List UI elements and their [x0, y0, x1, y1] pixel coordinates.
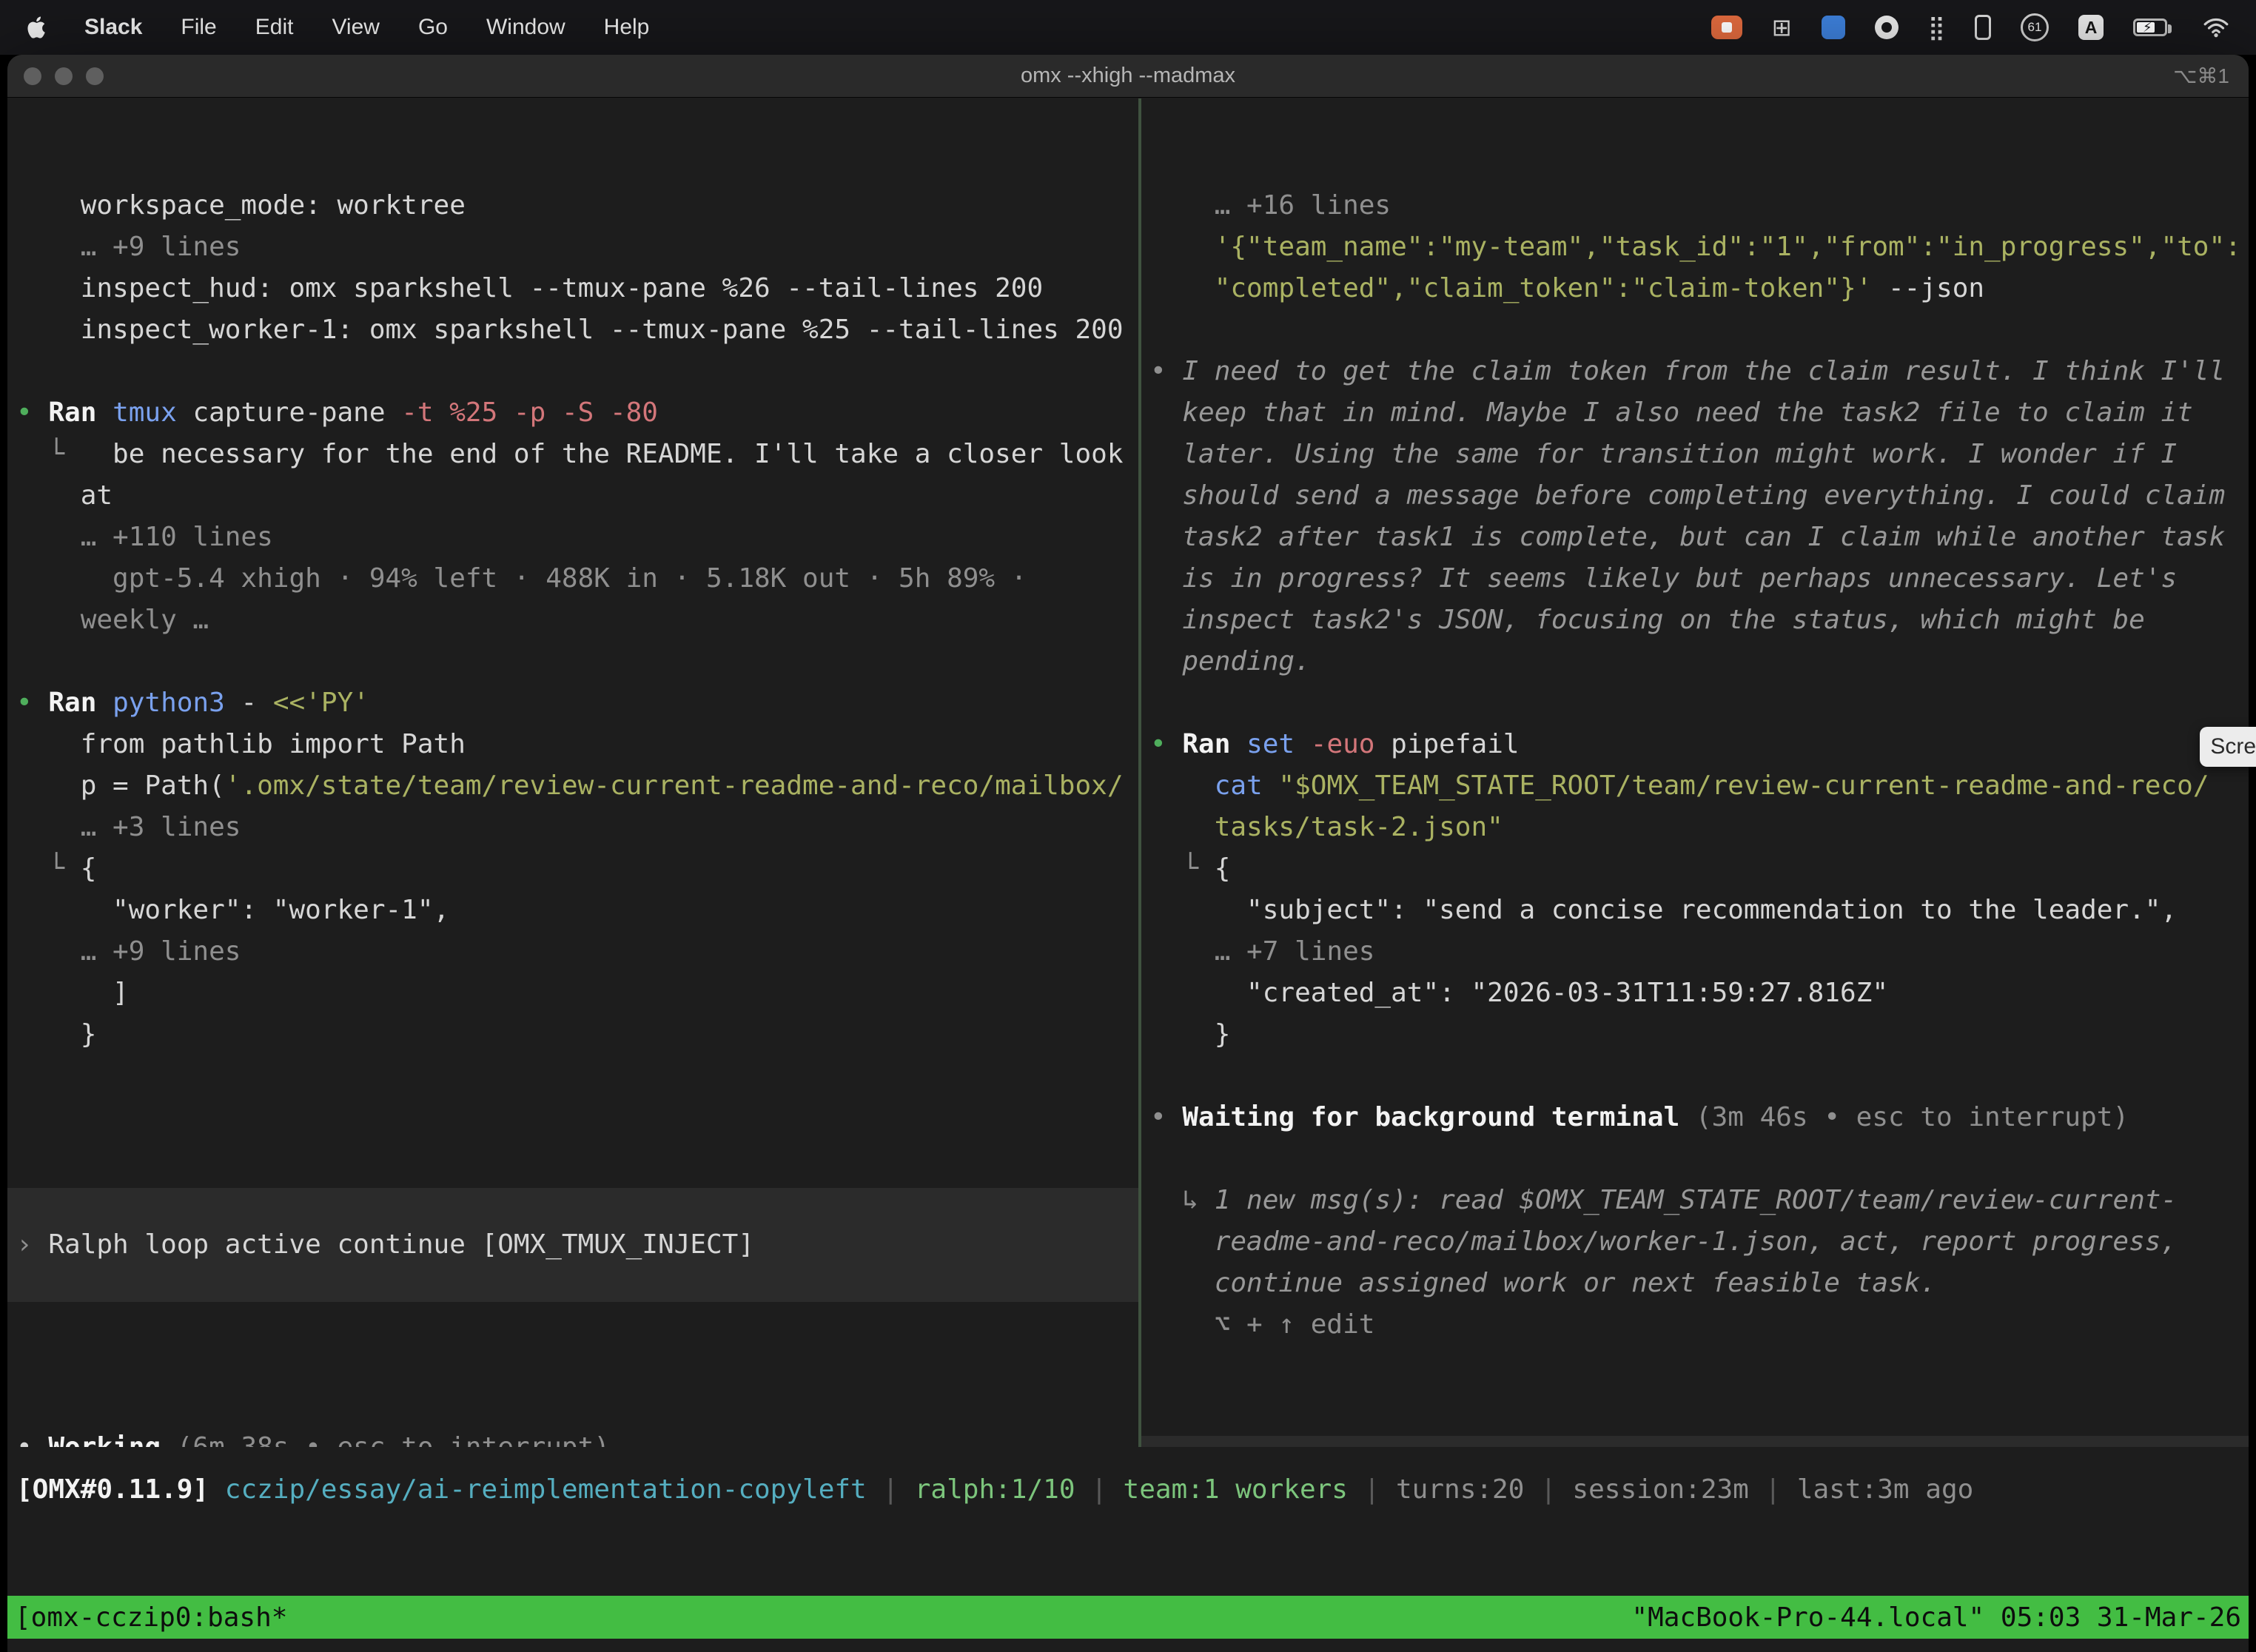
dots-grid-icon[interactable]: ⣿	[1928, 13, 1945, 41]
terminal-line: inspect_hud: omx sparkshell --tmux-pane …	[16, 268, 1138, 309]
terminal-line: keep that in mind. Maybe I also need the…	[1150, 392, 2249, 434]
terminal-line	[1150, 1138, 2249, 1180]
omx-status-line: [OMX#0.11.9] cczip/essay/ai-reimplementa…	[16, 1469, 2249, 1511]
terminal-line: • Ran python3 - <<'PY'	[16, 682, 1138, 724]
left-transcript: workspace_mode: worktree … +9 lines insp…	[7, 181, 1138, 1055]
right-transcript: … +16 lines '{"team_name":"my-team","tas…	[1141, 181, 2249, 1346]
terminal-line: at	[16, 475, 1138, 517]
menu-item-file[interactable]: File	[181, 15, 216, 40]
window-title: omx --xhigh --madmax	[7, 64, 2249, 88]
terminal-line: readme-and-reco/mailbox/worker-1.json, a…	[1150, 1221, 2249, 1263]
zoom-button[interactable]	[86, 67, 104, 85]
terminal-line: "created_at": "2026-03-31T11:59:27.816Z"	[1150, 973, 2249, 1014]
terminal-line: └ be necessary for the end of the README…	[16, 434, 1138, 475]
terminal-line: }	[16, 1014, 1138, 1055]
terminal-line: should send a message before completing …	[1150, 475, 2249, 517]
inject-banner: › Ralph loop active continue [OMX_TMUX_I…	[7, 1188, 1138, 1302]
terminal-line: … +7 lines	[1150, 931, 2249, 973]
terminal-line: tasks/task-2.json"	[1150, 807, 2249, 848]
terminal-line: • Ran tmux capture-pane -t %25 -p -S -80	[16, 392, 1138, 434]
terminal-line	[1150, 1055, 2249, 1097]
terminal-line: '{"team_name":"my-team","task_id":"1","f…	[1150, 226, 2249, 268]
terminal-line: "worker": "worker-1",	[16, 890, 1138, 931]
terminal-line	[16, 351, 1138, 392]
window-grid-icon[interactable]: ⊞	[1772, 13, 1792, 41]
terminal-line: … +3 lines	[16, 807, 1138, 848]
terminal-line: … +16 lines	[1150, 185, 2249, 226]
battery-icon[interactable]: ⚡	[2133, 19, 2167, 36]
window-shortcut-hint: ⌥⌘1	[2173, 64, 2249, 88]
app-menu-slack[interactable]: Slack	[84, 15, 142, 40]
traffic-lights	[7, 67, 104, 85]
wifi-icon[interactable]	[2203, 17, 2229, 38]
terminal-line: continue assigned work or next feasible …	[1150, 1263, 2249, 1304]
terminal-line: is in progress? It seems likely but perh…	[1150, 558, 2249, 600]
inject-banner-text: › Ralph loop active continue [OMX_TMUX_I…	[16, 1224, 754, 1266]
terminal-line: workspace_mode: worktree	[16, 185, 1138, 226]
tmux-status-bar: [omx-cczip0:bash* "MacBook-Pro-44.local"…	[7, 1596, 2249, 1639]
github-icon[interactable]	[1875, 16, 1899, 39]
terminal-line: inspect_worker-1: omx sparkshell --tmux-…	[16, 309, 1138, 351]
tmux-host-clock: "MacBook-Pro-44.local" 05:03 31-Mar-26	[1631, 1602, 2241, 1633]
terminal-line: "completed","claim_token":"claim-token"}…	[1150, 268, 2249, 309]
terminal-line: pending.	[1150, 641, 2249, 682]
terminal-line: }	[1150, 1014, 2249, 1055]
terminal-line	[16, 641, 1138, 682]
right-pane: … +16 lines '{"team_name":"my-team","tas…	[1141, 98, 2249, 1447]
terminal-line: • Waiting for background terminal (3m 46…	[1150, 1097, 2249, 1138]
apple-menu-icon[interactable]	[27, 16, 46, 38]
utility-icon[interactable]	[1975, 15, 1991, 40]
terminal-line: • I need to get the claim token from the…	[1150, 351, 2249, 392]
right-composer-input[interactable]: › Explain this codebase	[1141, 1436, 2249, 1447]
terminal-line	[1150, 309, 2249, 351]
terminal-line: └ {	[1150, 848, 2249, 890]
terminal-line: gpt-5.4 xhigh · 94% left · 488K in · 5.1…	[16, 558, 1138, 600]
left-pane: workspace_mode: worktree … +9 lines insp…	[7, 98, 1138, 1447]
terminal-line: from pathlib import Path	[16, 724, 1138, 765]
terminal-line: ↳ 1 new msg(s): read $OMX_TEAM_STATE_ROO…	[1150, 1180, 2249, 1221]
terminal-line: ]	[16, 973, 1138, 1014]
terminal-line: inspect task2's JSON, focusing on the st…	[1150, 600, 2249, 641]
menu-item-go[interactable]: Go	[418, 15, 448, 40]
input-source-icon[interactable]: A	[2078, 15, 2104, 40]
terminal-content: workspace_mode: worktree … +9 lines insp…	[7, 98, 2249, 1652]
terminal-line: cat "$OMX_TEAM_STATE_ROOT/team/review-cu…	[1150, 765, 2249, 807]
blue-app-icon[interactable]	[1822, 16, 1845, 39]
terminal-line: task2 after task1 is complete, but can I…	[1150, 517, 2249, 558]
working-status: • Working (6m 38s • esc to interrupt)	[7, 1427, 1138, 1447]
terminal-line: p = Path('.omx/state/team/review-current…	[16, 765, 1138, 807]
terminal-line: weekly …	[16, 600, 1138, 641]
menu-item-help[interactable]: Help	[604, 15, 650, 40]
terminal-line: … +9 lines	[16, 931, 1138, 973]
terminal-line: ⌥ + ↑ edit	[1150, 1304, 2249, 1346]
terminal-line: • Ran set -euo pipefail	[1150, 724, 2249, 765]
screen-tooltip: Scre	[2200, 727, 2256, 767]
terminal-line: … +110 lines	[16, 517, 1138, 558]
close-button[interactable]	[24, 67, 41, 85]
menu-item-view[interactable]: View	[332, 15, 379, 40]
minimize-button[interactable]	[55, 67, 73, 85]
screen-recording-stop-icon[interactable]	[1711, 16, 1742, 39]
menu-bar: Slack File Edit View Go Window Help ⊞ ⣿ …	[0, 0, 2256, 55]
menu-item-edit[interactable]: Edit	[255, 15, 294, 40]
tmux-session-label: [omx-cczip0:bash*	[15, 1602, 287, 1633]
terminal-line: later. Using the same for transition mig…	[1150, 434, 2249, 475]
terminal-line	[1150, 682, 2249, 724]
battery-percent-ring-icon[interactable]: 61	[2021, 13, 2049, 41]
title-bar[interactable]: omx --xhigh --madmax ⌥⌘1	[7, 55, 2249, 98]
terminal-window: omx --xhigh --madmax ⌥⌘1 workspace_mode:…	[7, 55, 2249, 1652]
terminal-line: └ {	[16, 848, 1138, 890]
menu-item-window[interactable]: Window	[486, 15, 565, 40]
terminal-line: … +9 lines	[16, 226, 1138, 268]
terminal-line: "subject": "send a concise recommendatio…	[1150, 890, 2249, 931]
